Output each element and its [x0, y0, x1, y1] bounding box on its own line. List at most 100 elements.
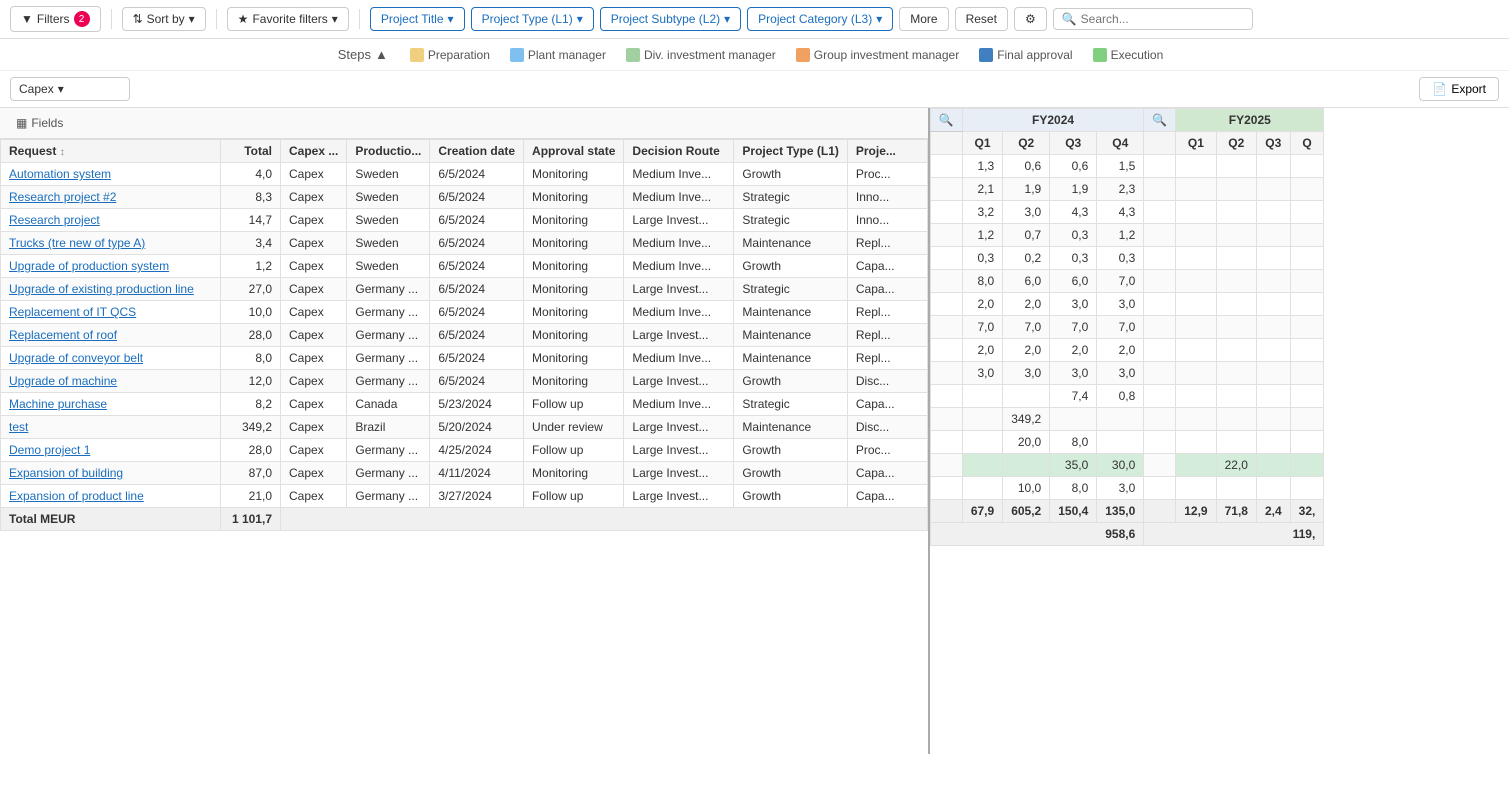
table-row: Trucks (tre new of type A) 3,4 Capex Swe… [1, 232, 928, 255]
fy-spacer2 [1144, 454, 1176, 477]
total-q3-25: 2,4 [1256, 500, 1290, 523]
right-table-body: 1,3 0,6 0,6 1,5 2,1 1,9 1,9 2,3 3,2 3,0 … [930, 155, 1323, 546]
q3-2025-header: Q3 [1256, 132, 1290, 155]
project-type-button[interactable]: Project Type (L1) ▾ [471, 7, 594, 31]
table-row: Upgrade of existing production line 27,0… [1, 278, 928, 301]
q3-24-cell: 4,3 [1050, 201, 1097, 224]
date-cell: 5/23/2024 [430, 393, 524, 416]
q2-25-cell [1216, 408, 1256, 431]
q3-25-cell [1256, 155, 1290, 178]
settings-button[interactable]: ⚙ [1014, 7, 1047, 31]
capex-cell: Capex [281, 393, 347, 416]
project-subtype-label: Project Subtype (L2) [611, 12, 720, 26]
favorites-button[interactable]: ★ Favorite filters ▾ [227, 7, 349, 31]
execution-dot [1093, 48, 1107, 62]
table-area: ▦ Fields Request ↕ Total Capex ... Produ… [0, 108, 1509, 754]
prod-cell: Sweden [347, 186, 430, 209]
q4-2025-header: Q [1290, 132, 1324, 155]
project-title-button[interactable]: Project Title ▾ [370, 7, 465, 31]
q4-25-cell [1290, 339, 1324, 362]
type-cell: Growth [734, 462, 847, 485]
request-cell[interactable]: Upgrade of machine [1, 370, 221, 393]
search-input[interactable] [1081, 12, 1244, 26]
capex-select[interactable]: Capex ▾ [10, 77, 130, 101]
q2-25-cell: 22,0 [1216, 454, 1256, 477]
q1-24-cell: 7,0 [962, 316, 1002, 339]
q4-25-cell [1290, 408, 1324, 431]
q1-24-cell: 1,3 [962, 155, 1002, 178]
date-cell: 6/5/2024 [430, 301, 524, 324]
search-box[interactable]: 🔍 [1053, 8, 1253, 30]
request-cell[interactable]: Upgrade of conveyor belt [1, 347, 221, 370]
q4-24-cell: 0,3 [1097, 247, 1144, 270]
table-row: Demo project 1 28,0 Capex Germany ... 4/… [1, 439, 928, 462]
sep2 [216, 9, 217, 29]
div-dot [626, 48, 640, 62]
date-cell: 6/5/2024 [430, 370, 524, 393]
request-cell[interactable]: Expansion of building [1, 462, 221, 485]
request-cell[interactable]: Upgrade of existing production line [1, 278, 221, 301]
request-cell[interactable]: Demo project 1 [1, 439, 221, 462]
decision-cell: Medium Inve... [624, 301, 734, 324]
request-cell[interactable]: Replacement of IT QCS [1, 301, 221, 324]
left-table: Request ↕ Total Capex ... Productio... C… [0, 139, 928, 531]
total-cell: 87,0 [221, 462, 281, 485]
q1-24-cell [962, 431, 1002, 454]
export-button[interactable]: 📄 Export [1419, 77, 1499, 101]
request-cell[interactable]: Research project [1, 209, 221, 232]
total-cell: 27,0 [221, 278, 281, 301]
q4-24-cell: 3,0 [1097, 293, 1144, 316]
table-row: 1,2 0,7 0,3 1,2 [930, 224, 1323, 247]
fy-spacer [930, 454, 962, 477]
filters-button[interactable]: ▼ Filters 2 [10, 6, 101, 32]
fy-spacer2 [1144, 385, 1176, 408]
q2-24-cell: 2,0 [1003, 293, 1050, 316]
steps-title[interactable]: Steps ▲ [338, 47, 388, 62]
capex-cell: Capex [281, 232, 347, 255]
q3-24-cell: 35,0 [1050, 454, 1097, 477]
project-subtype-button[interactable]: Project Subtype (L2) ▾ [600, 7, 741, 31]
project-category-button[interactable]: Project Category (L3) ▾ [747, 7, 893, 31]
prod-cell: Germany ... [347, 301, 430, 324]
q1-24-cell [962, 408, 1002, 431]
more-button[interactable]: More [899, 7, 948, 31]
table-row: 3,0 3,0 3,0 3,0 [930, 362, 1323, 385]
q3-24-cell: 8,0 [1050, 477, 1097, 500]
project-type-label: Project Type (L1) [482, 12, 573, 26]
capex-cell: Capex [281, 278, 347, 301]
q1-2024-header: Q1 [962, 132, 1002, 155]
decision-cell: Large Invest... [624, 416, 734, 439]
left-scroll[interactable]: Request ↕ Total Capex ... Productio... C… [0, 139, 928, 754]
right-scroll[interactable]: 🔍 FY2024 🔍 FY2025 Q1 Q2 Q3 Q4 Q1 Q2 Q3 Q [930, 108, 1509, 754]
total-cell: 8,0 [221, 347, 281, 370]
q2-24-cell: 1,9 [1003, 178, 1050, 201]
fy-spacer [930, 316, 962, 339]
total-cell: 10,0 [221, 301, 281, 324]
q2-24-cell: 0,6 [1003, 155, 1050, 178]
fy-spacer2 [1144, 201, 1176, 224]
prod-cell: Germany ... [347, 324, 430, 347]
request-cell[interactable]: Trucks (tre new of type A) [1, 232, 221, 255]
sort-button[interactable]: ⇅ Sort by ▾ [122, 7, 206, 31]
proj-cell: Capa... [847, 462, 927, 485]
request-cell[interactable]: Replacement of roof [1, 324, 221, 347]
request-cell[interactable]: Research project #2 [1, 186, 221, 209]
table-row: 35,0 30,0 22,0 [930, 454, 1323, 477]
q3-24-cell: 8,0 [1050, 431, 1097, 454]
type-cell: Growth [734, 163, 847, 186]
request-cell[interactable]: test [1, 416, 221, 439]
fields-button[interactable]: ▦ Fields [8, 112, 71, 134]
request-cell[interactable]: Expansion of product line [1, 485, 221, 508]
q1-2025-header: Q1 [1176, 132, 1216, 155]
request-cell[interactable]: Machine purchase [1, 393, 221, 416]
q4-25-cell [1290, 431, 1324, 454]
fy-spacer2 [1144, 362, 1176, 385]
request-cell[interactable]: Upgrade of production system [1, 255, 221, 278]
table-row: 7,4 0,8 [930, 385, 1323, 408]
request-cell[interactable]: Automation system [1, 163, 221, 186]
q1-25-cell [1176, 224, 1216, 247]
total-cell: 28,0 [221, 324, 281, 347]
reset-button[interactable]: Reset [955, 7, 1008, 31]
q1-25-cell [1176, 477, 1216, 500]
preparation-label: Preparation [428, 48, 490, 62]
